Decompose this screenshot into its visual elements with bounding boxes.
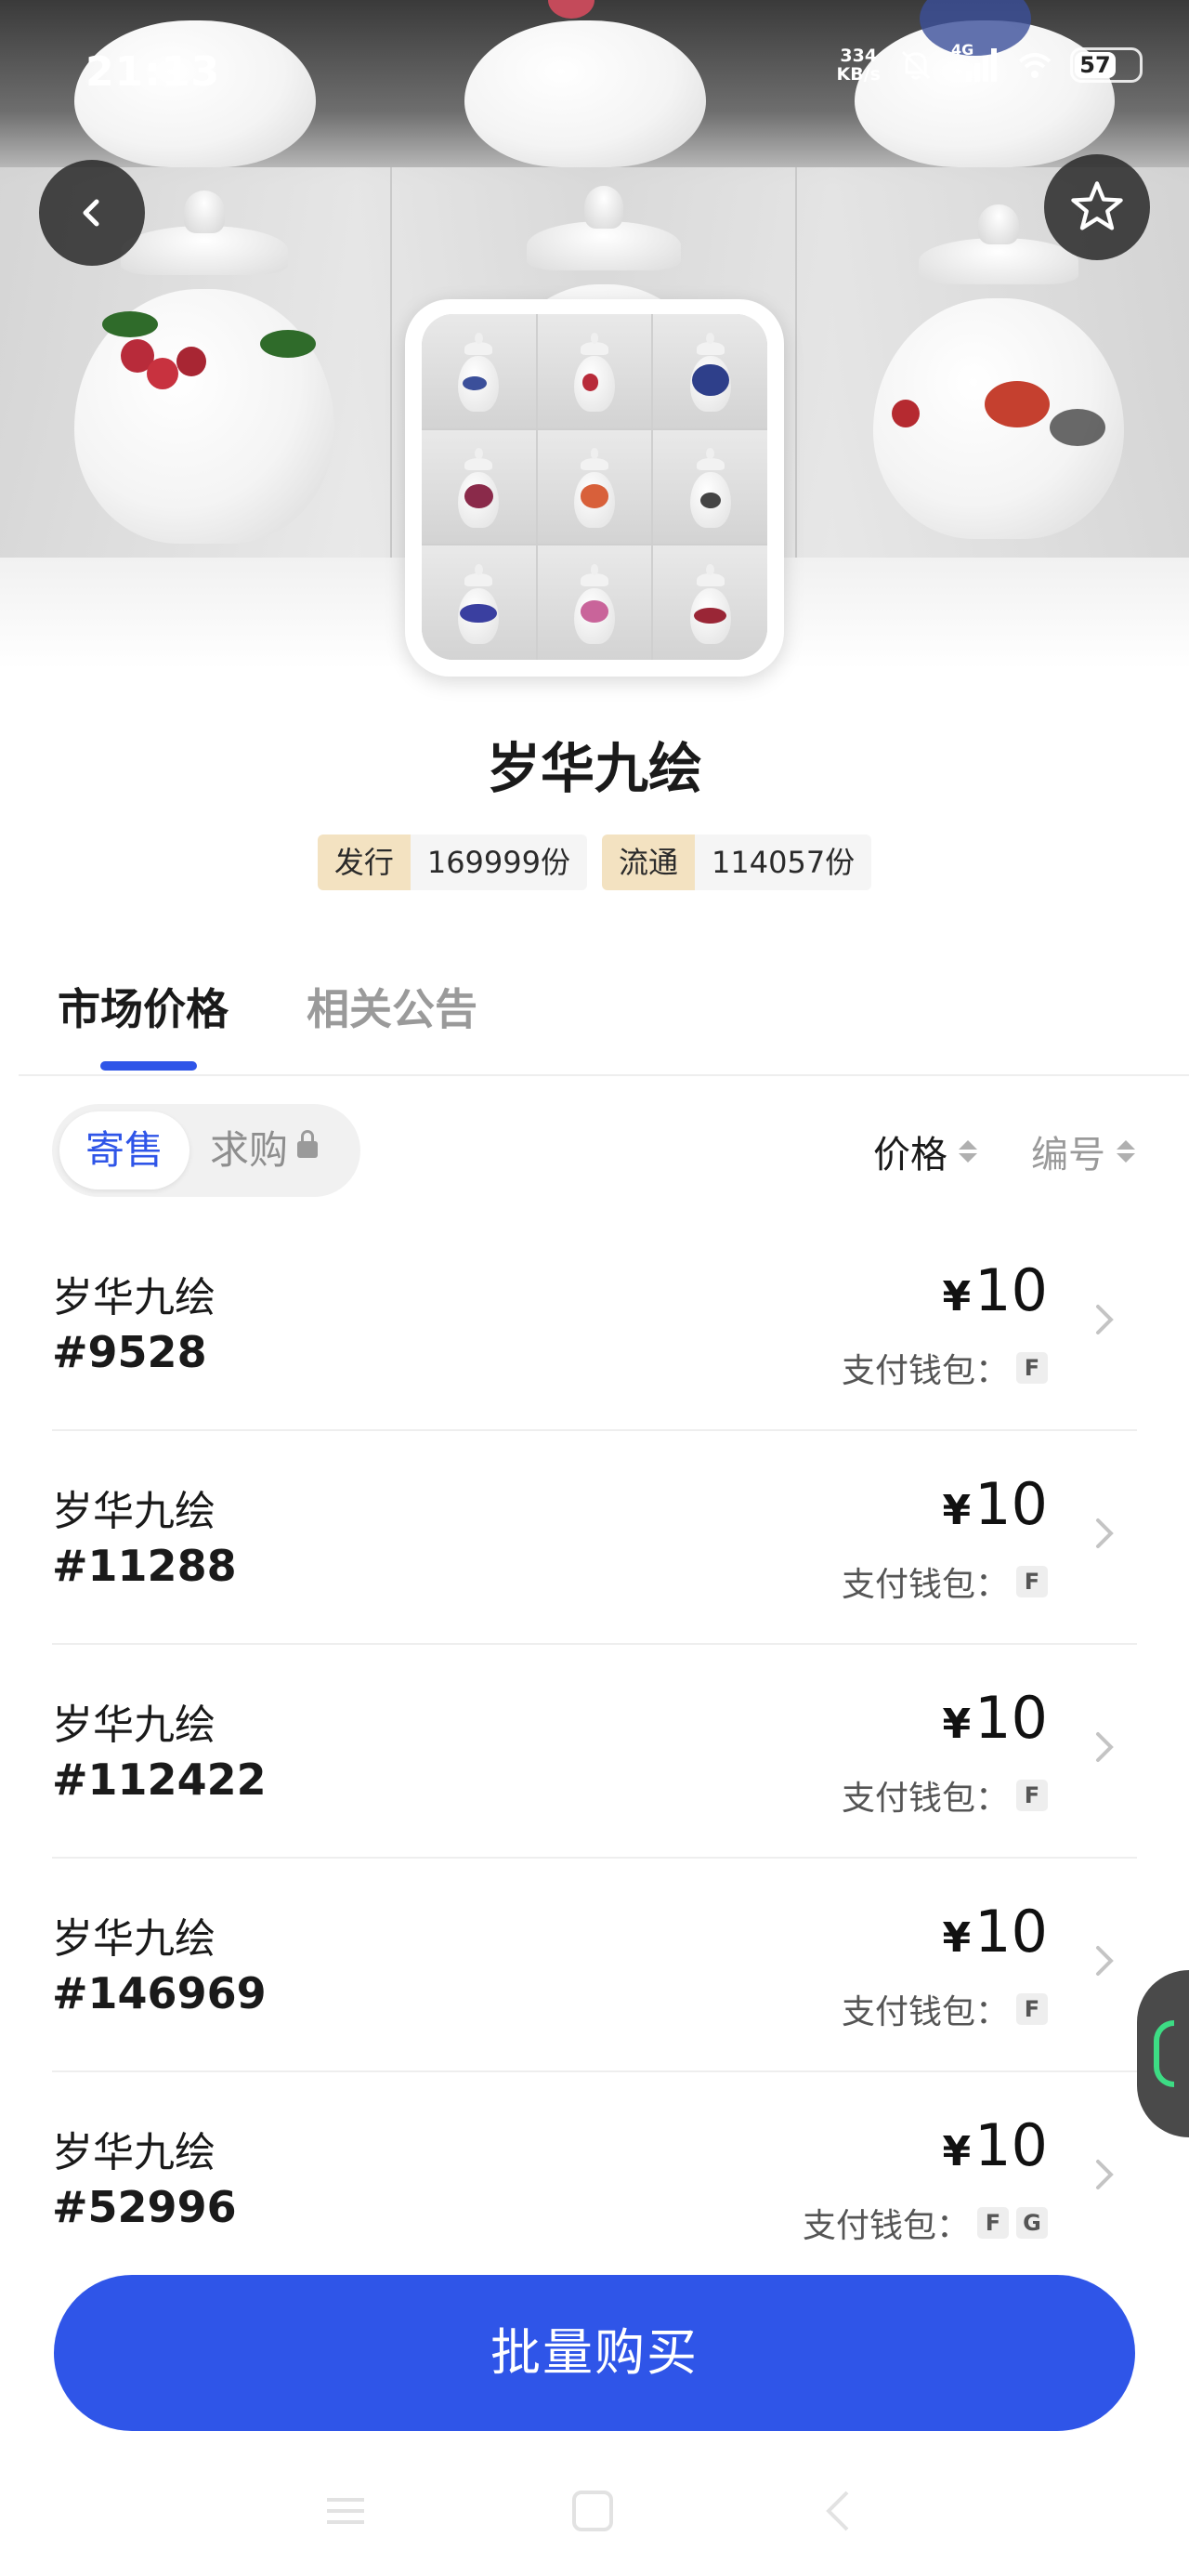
thumbnail-cell: [653, 545, 767, 660]
signal-icon: 4G: [951, 41, 1000, 84]
wallet-tag: F: [977, 2207, 1009, 2239]
listing-serial: #9528: [52, 1327, 207, 1377]
stat-issued: 发行 169999份: [317, 835, 587, 890]
stat-circulating: 流通 114057份: [602, 835, 872, 890]
listing-name: 岁华九绘: [52, 1915, 216, 1963]
stats-row: 发行 169999份 流通 114057份: [0, 835, 1189, 890]
wallet-tag: F: [1016, 1993, 1048, 2025]
shelf-divider: [795, 167, 797, 558]
collection-title: 岁华九绘: [486, 737, 702, 800]
payment-wallet: 支付钱包： F: [842, 1557, 1048, 1606]
thumbnail-cell: [537, 545, 652, 660]
sort-icon: [1117, 1140, 1135, 1163]
divider: [19, 1074, 1189, 1076]
listing-name: 岁华九绘: [52, 2129, 216, 2176]
thumbnail-grid: [422, 314, 767, 660]
thumbnail-cell: [653, 429, 767, 545]
chevron-right-icon: [1096, 1946, 1114, 1976]
listing-serial: #146969: [52, 1968, 267, 2018]
listing-list: 岁华九绘 #9528 ¥10 支付钱包： F 岁华九绘 #11288 ¥10 支付…: [52, 1217, 1137, 2284]
wallet-tag: G: [1016, 2207, 1048, 2239]
listing-price: ¥10: [942, 1470, 1048, 1538]
sort-icon: [959, 1140, 977, 1163]
listing-price: ¥10: [942, 1256, 1048, 1324]
thumbnail-cell: [653, 314, 767, 428]
shelf-divider: [390, 167, 392, 558]
listing-row[interactable]: 岁华九绘 #146969 ¥10 支付钱包： F: [52, 1859, 1137, 2072]
vase-image: [464, 0, 706, 167]
listing-price: ¥10: [942, 1898, 1048, 1965]
floating-assistant-handle[interactable]: [1137, 1970, 1189, 2137]
menu-icon[interactable]: [318, 2483, 373, 2539]
bulk-buy-button[interactable]: 批量购买: [54, 2275, 1135, 2431]
thumbnail-cell: [537, 314, 652, 428]
segment-wanted[interactable]: 求购: [210, 1111, 349, 1189]
thumbnail-cell: [422, 545, 536, 660]
back-button[interactable]: [39, 160, 145, 266]
back-nav-icon[interactable]: [812, 2483, 868, 2539]
listing-name: 岁华九绘: [52, 1702, 216, 1749]
mute-bell-icon: [901, 50, 931, 80]
listing-row[interactable]: 岁华九绘 #52996 ¥10 支付钱包： F G: [52, 2072, 1137, 2284]
listing-serial: #11288: [52, 1541, 237, 1591]
segment-consign[interactable]: 寄售: [59, 1111, 189, 1189]
chevron-right-icon: [1096, 1305, 1114, 1334]
status-icons: 334 KB/s 4G 57: [836, 41, 1143, 85]
net-speed: 334 KB/s: [836, 46, 881, 85]
tab-bar: 市场价格 相关公告: [58, 976, 477, 1037]
tab-announcements[interactable]: 相关公告: [307, 976, 477, 1037]
chevron-right-icon: [1096, 1518, 1114, 1548]
star-icon: [1071, 181, 1123, 230]
listing-row[interactable]: 岁华九绘 #112422 ¥10 支付钱包： F: [52, 1645, 1137, 1859]
listing-price: ¥10: [942, 2111, 1048, 2179]
listing-serial: #112422: [52, 1755, 267, 1805]
collection-thumbnail: [405, 299, 784, 677]
listing-name: 岁华九绘: [52, 1488, 216, 1535]
listing-name: 岁华九绘: [52, 1274, 216, 1321]
payment-wallet: 支付钱包： F: [842, 1985, 1048, 2033]
sort-by-number[interactable]: 编号: [1031, 1124, 1135, 1178]
listing-serial: #52996: [52, 2182, 237, 2232]
listing-row[interactable]: 岁华九绘 #9528 ¥10 支付钱包： F: [52, 1217, 1137, 1431]
listing-type-segment: 寄售 求购: [52, 1104, 360, 1197]
favorite-button[interactable]: [1044, 154, 1150, 260]
tab-market-price[interactable]: 市场价格: [58, 976, 229, 1037]
payment-wallet: 支付钱包： F G: [803, 2199, 1048, 2247]
wallet-tag: F: [1016, 1352, 1048, 1384]
tab-indicator: [100, 1061, 197, 1071]
status-time: 21:13: [85, 48, 221, 96]
home-icon[interactable]: [565, 2483, 621, 2539]
payment-wallet: 支付钱包： F: [842, 1344, 1048, 1392]
battery-icon: 57: [1070, 47, 1143, 83]
wifi-icon: [1018, 53, 1052, 78]
wallet-tag: F: [1016, 1566, 1048, 1597]
listing-price: ¥10: [942, 1684, 1048, 1752]
payment-wallet: 支付钱包： F: [842, 1771, 1048, 1820]
thumbnail-cell: [422, 429, 536, 545]
thumbnail-cell: [537, 429, 652, 545]
thumbnail-cell: [422, 314, 536, 428]
sort-by-price[interactable]: 价格: [873, 1124, 977, 1178]
chevron-right-icon: [1096, 2160, 1114, 2189]
chevron-right-icon: [1096, 1732, 1114, 1762]
back-arrow-icon: [83, 199, 99, 227]
wallet-tag: F: [1016, 1780, 1048, 1811]
listing-row[interactable]: 岁华九绘 #11288 ¥10 支付钱包： F: [52, 1431, 1137, 1645]
lock-icon: [297, 1129, 319, 1158]
